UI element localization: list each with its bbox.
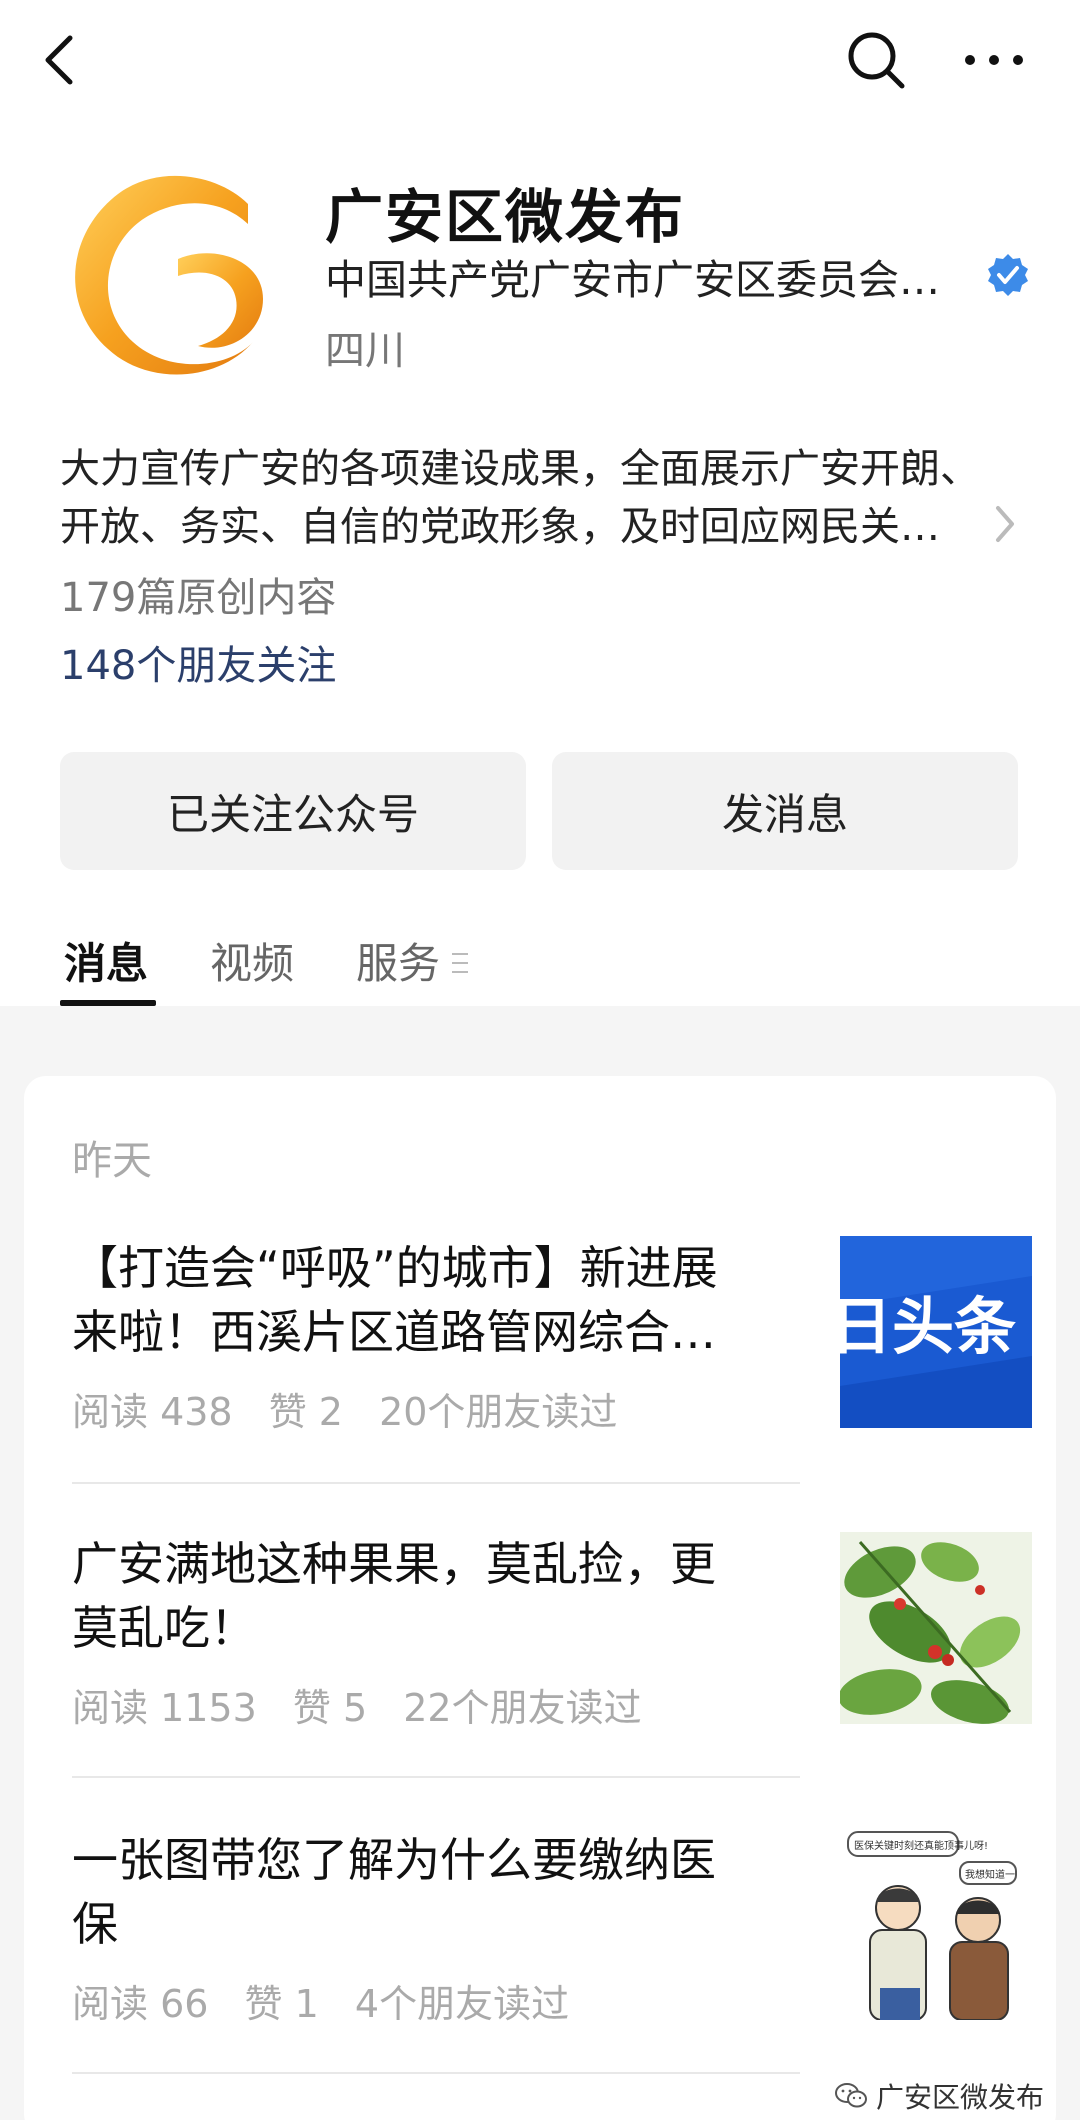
article-title: 广安满地这种果果，莫乱捡，更 莫乱吃！ bbox=[72, 1532, 772, 1660]
date-header: 昨天 bbox=[72, 1138, 152, 1184]
article-meta: 阅读 438 赞 2 20个朋友读过 bbox=[72, 1381, 641, 1436]
followed-button[interactable]: 已关注公众号 bbox=[60, 752, 526, 870]
friends-following-link[interactable]: 148个朋友关注 bbox=[60, 633, 336, 691]
leaves-berries-image bbox=[840, 1532, 1032, 1724]
cartoon-people-image: 医保关键时刻还真能顶事儿呀! 我想知道一 bbox=[840, 1828, 1032, 2020]
divider bbox=[72, 1776, 800, 1778]
message-feed-card: 昨天 【打造会“呼吸”的城市】新进展 来啦！西溪片区道路管网综合… 阅读 438… bbox=[24, 1076, 1056, 2120]
watermark-text: 广安区微发布 bbox=[876, 2081, 1045, 2114]
search-icon bbox=[848, 32, 905, 89]
more-button[interactable] bbox=[956, 22, 1032, 98]
read-count: 阅读 1153 bbox=[72, 1686, 257, 1730]
tab-services[interactable]: 服务 bbox=[356, 930, 440, 991]
chevron-right-icon[interactable] bbox=[990, 500, 1020, 548]
account-name: 广安区微发布 bbox=[325, 183, 686, 251]
article-meta: 阅读 1153 赞 5 22个朋友读过 bbox=[72, 1677, 666, 1732]
speech-bubble-text: 医保关键时刻还真能顶事儿呀! bbox=[854, 1839, 988, 1852]
original-content-count: 179篇原创内容 bbox=[60, 575, 337, 621]
article-title-line: 莫乱吃！ bbox=[72, 1601, 256, 1655]
account-description[interactable]: 大力宣传广安的各项建设成果，全面展示广安开朗、 开放、务实、自信的党政形象，及时… bbox=[60, 440, 1020, 556]
article-thumbnail bbox=[840, 1532, 1032, 1724]
tab-bar: 消息 视频 服务 bbox=[0, 930, 1080, 1006]
friends-read: 4个朋友读过 bbox=[354, 1982, 570, 2026]
article-title: 【打造会“呼吸”的城市】新进展 来啦！西溪片区道路管网综合… bbox=[72, 1236, 772, 1364]
friends-read: 22个朋友读过 bbox=[403, 1686, 642, 1730]
account-profile: 广安区微发布 中国共产党广安市广安区委员会… 四川 bbox=[0, 150, 1080, 400]
friends-read: 20个朋友读过 bbox=[379, 1390, 618, 1434]
top-bar bbox=[0, 0, 1080, 120]
article-title-line: 来啦！西溪片区道路管网综合… bbox=[72, 1305, 716, 1359]
article-thumbnail: 医保关键时刻还真能顶事儿呀! 我想知道一 bbox=[840, 1828, 1032, 2020]
search-button[interactable] bbox=[838, 22, 914, 98]
like-count: 赞 1 bbox=[244, 1982, 319, 2026]
read-count: 阅读 66 bbox=[72, 1982, 209, 2026]
verified-badge[interactable] bbox=[985, 252, 1031, 298]
article-title-line: 一张图带您了解为什么要缴纳医 bbox=[72, 1833, 716, 1887]
chevron-left-icon bbox=[45, 35, 73, 85]
description-line: 大力宣传广安的各项建设成果，全面展示广安开朗、 bbox=[60, 446, 980, 492]
divider bbox=[72, 1482, 800, 1484]
article-item[interactable]: 一张图带您了解为什么要缴纳医 保 阅读 66 赞 1 4个朋友读过 医保关键时刻… bbox=[72, 1828, 1032, 2028]
back-button[interactable] bbox=[22, 22, 98, 98]
article-title: 一张图带您了解为什么要缴纳医 保 bbox=[72, 1828, 772, 1956]
tab-messages[interactable]: 消息 bbox=[64, 930, 148, 991]
description-line: 开放、务实、自信的党政形象，及时回应网民关… bbox=[60, 504, 940, 550]
send-message-button[interactable]: 发消息 bbox=[552, 752, 1018, 870]
thumbnail-text: 日头条 bbox=[840, 1290, 1016, 1363]
article-title-line: 保 bbox=[72, 1897, 118, 1951]
article-title-line: 【打造会“呼吸”的城市】新进展 bbox=[72, 1241, 718, 1295]
account-region: 四川 bbox=[325, 328, 405, 374]
menu-lines-icon[interactable] bbox=[450, 948, 470, 978]
speech-bubble-text: 我想知道一 bbox=[965, 1868, 1015, 1881]
read-count: 阅读 438 bbox=[72, 1390, 233, 1434]
article-item[interactable]: 广安满地这种果果，莫乱捡，更 莫乱吃！ 阅读 1153 赞 5 22个朋友读过 bbox=[72, 1532, 1032, 1732]
like-count: 赞 5 bbox=[292, 1686, 368, 1730]
news-banner-image: 日头条 bbox=[840, 1236, 1032, 1428]
article-thumbnail: 日头条 bbox=[840, 1236, 1032, 1428]
source-watermark: 广安区微发布 bbox=[834, 2076, 1044, 2116]
article-meta: 阅读 66 赞 1 4个朋友读过 bbox=[72, 1973, 593, 2028]
logo-g-icon bbox=[75, 175, 263, 375]
tab-videos[interactable]: 视频 bbox=[210, 930, 294, 991]
like-count: 赞 2 bbox=[268, 1390, 343, 1434]
article-item[interactable]: 【打造会“呼吸”的城市】新进展 来啦！西溪片区道路管网综合… 阅读 438 赞 … bbox=[72, 1236, 1032, 1436]
account-logo[interactable] bbox=[48, 164, 298, 384]
more-horizontal-icon bbox=[965, 55, 1023, 65]
article-title-line: 广安满地这种果果，莫乱捡，更 bbox=[72, 1537, 716, 1591]
verified-badge-icon bbox=[988, 254, 1028, 296]
account-organization[interactable]: 中国共产党广安市广安区委员会… bbox=[325, 246, 945, 306]
divider bbox=[72, 2072, 800, 2074]
wechat-icon bbox=[835, 2083, 867, 2108]
